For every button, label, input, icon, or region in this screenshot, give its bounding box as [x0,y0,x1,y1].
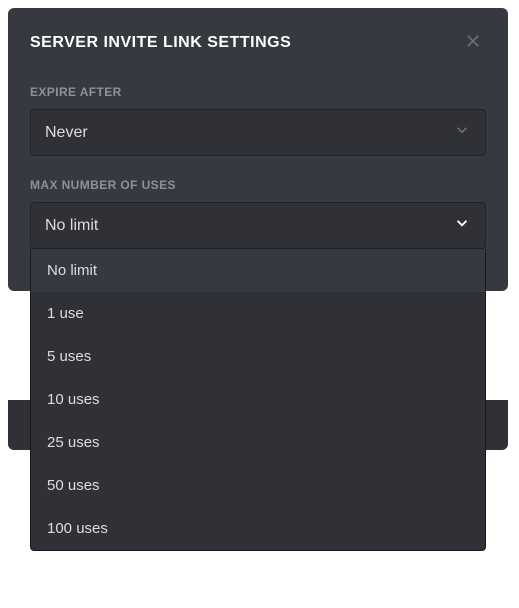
expire-after-field: EXPIRE AFTER Never [30,85,486,156]
modal-header: SERVER INVITE LINK SETTINGS [30,28,486,57]
expire-after-select[interactable]: Never [30,109,486,156]
max-uses-label: MAX NUMBER OF USES [30,178,486,192]
max-uses-value: No limit [45,217,98,235]
max-uses-select[interactable]: No limit [30,202,486,249]
invite-settings-modal: SERVER INVITE LINK SETTINGS EXPIRE AFTER… [8,8,508,291]
expire-after-label: EXPIRE AFTER [30,85,486,99]
chevron-down-icon [453,121,471,144]
max-uses-option[interactable]: 100 uses [31,507,485,550]
max-uses-option[interactable]: 5 uses [31,335,485,378]
max-uses-option[interactable]: 25 uses [31,421,485,464]
expire-after-value: Never [45,124,88,142]
max-uses-option[interactable]: 50 uses [31,464,485,507]
max-uses-field: MAX NUMBER OF USES No limit No limit 1 u… [30,178,486,249]
close-icon [464,32,482,53]
close-button[interactable] [460,28,486,57]
chevron-down-icon [453,214,471,237]
max-uses-option[interactable]: 1 use [31,292,485,335]
modal-title: SERVER INVITE LINK SETTINGS [30,34,291,52]
max-uses-option[interactable]: 10 uses [31,378,485,421]
max-uses-option[interactable]: No limit [31,249,485,292]
max-uses-dropdown: No limit 1 use 5 uses 10 uses 25 uses 50… [30,249,486,551]
